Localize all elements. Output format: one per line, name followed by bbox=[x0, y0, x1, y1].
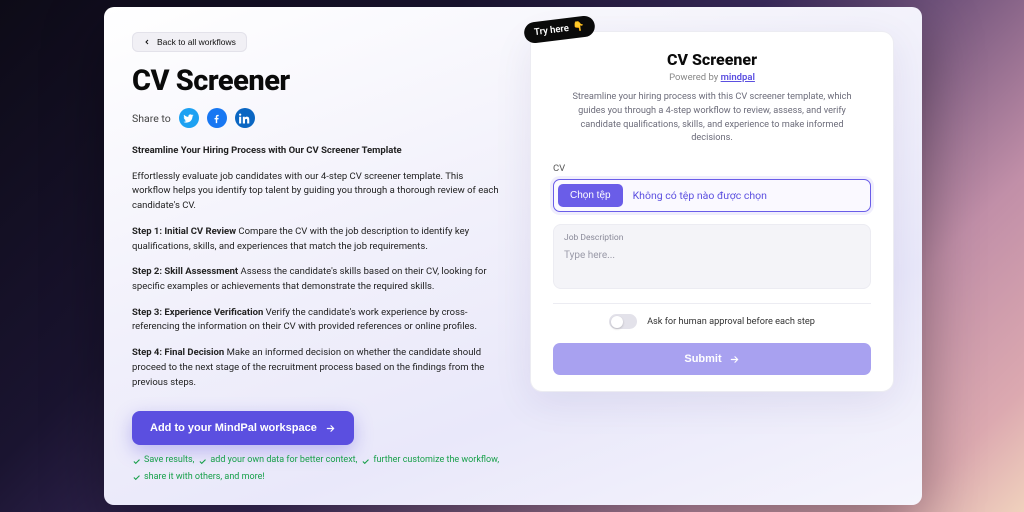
share-twitter-button[interactable] bbox=[179, 108, 199, 128]
back-button[interactable]: Back to all workflows bbox=[132, 32, 247, 52]
article-step: Step 3: Experience Verification Verify t… bbox=[132, 306, 504, 335]
page-title: CV Screener bbox=[132, 64, 504, 98]
benefits-list: Save results, add your own data for bett… bbox=[132, 454, 504, 484]
page-card: Back to all workflows CV Screener Share … bbox=[104, 7, 922, 505]
widget-description: Streamline your hiring process with this… bbox=[553, 90, 871, 145]
article-tagline: Streamline Your Hiring Process with Our … bbox=[132, 145, 402, 156]
arrow-right-icon bbox=[325, 423, 336, 434]
powered-by: Powered by mindpal bbox=[553, 72, 871, 83]
article-intro: Effortlessly evaluate job candidates wit… bbox=[132, 170, 504, 214]
file-status-text: Không có tệp nào được chọn bbox=[633, 189, 767, 202]
widget-column: Try here👇 CV Screener Powered by mindpal… bbox=[530, 31, 894, 497]
check-icon bbox=[132, 457, 141, 466]
cv-field-label: CV bbox=[553, 163, 871, 174]
share-facebook-button[interactable] bbox=[207, 108, 227, 128]
check-icon bbox=[361, 457, 370, 466]
approval-toggle[interactable] bbox=[609, 314, 637, 329]
article-step: Step 4: Final Decision Make an informed … bbox=[132, 346, 504, 390]
benefit-item: share it with others, and more! bbox=[132, 471, 265, 485]
share-label: Share to bbox=[132, 112, 171, 125]
facebook-icon bbox=[211, 113, 222, 124]
benefit-item: further customize the workflow, bbox=[361, 454, 499, 468]
share-row: Share to bbox=[132, 108, 504, 128]
benefit-item: Save results, bbox=[132, 454, 194, 468]
jd-label: Job Description bbox=[564, 233, 860, 243]
benefit-item: add your own data for better context, bbox=[198, 454, 357, 468]
cta-label: Add to your MindPal workspace bbox=[150, 422, 317, 434]
workflow-card: CV Screener Powered by mindpal Streamlin… bbox=[530, 31, 894, 392]
approval-toggle-label: Ask for human approval before each step bbox=[647, 316, 815, 327]
jd-input[interactable] bbox=[564, 250, 860, 261]
point-down-icon: 👇 bbox=[572, 21, 585, 33]
share-linkedin-button[interactable] bbox=[235, 108, 255, 128]
check-icon bbox=[132, 473, 141, 482]
check-icon bbox=[198, 457, 207, 466]
widget-title: CV Screener bbox=[553, 50, 871, 69]
job-description-field[interactable]: Job Description bbox=[553, 224, 871, 289]
back-label: Back to all workflows bbox=[157, 37, 236, 47]
brand-link[interactable]: mindpal bbox=[721, 72, 755, 83]
divider bbox=[553, 303, 871, 304]
main-column: Back to all workflows CV Screener Share … bbox=[132, 31, 504, 497]
linkedin-icon bbox=[239, 113, 250, 124]
article-step: Step 1: Initial CV Review Compare the CV… bbox=[132, 225, 504, 254]
twitter-icon bbox=[183, 113, 194, 124]
article-step: Step 2: Skill Assessment Assess the cand… bbox=[132, 265, 504, 294]
app-background: Back to all workflows CV Screener Share … bbox=[0, 0, 1024, 512]
arrow-left-icon bbox=[143, 38, 151, 46]
approval-toggle-row: Ask for human approval before each step bbox=[553, 314, 871, 329]
cv-file-picker[interactable]: Chọn tệp Không có tệp nào được chọn bbox=[553, 179, 871, 212]
article-body: Streamline Your Hiring Process with Our … bbox=[132, 144, 504, 390]
submit-label: Submit bbox=[684, 353, 721, 365]
arrow-right-icon bbox=[729, 354, 740, 365]
choose-file-button[interactable]: Chọn tệp bbox=[558, 184, 623, 207]
submit-button[interactable]: Submit bbox=[553, 343, 871, 375]
add-to-workspace-button[interactable]: Add to your MindPal workspace bbox=[132, 411, 354, 445]
